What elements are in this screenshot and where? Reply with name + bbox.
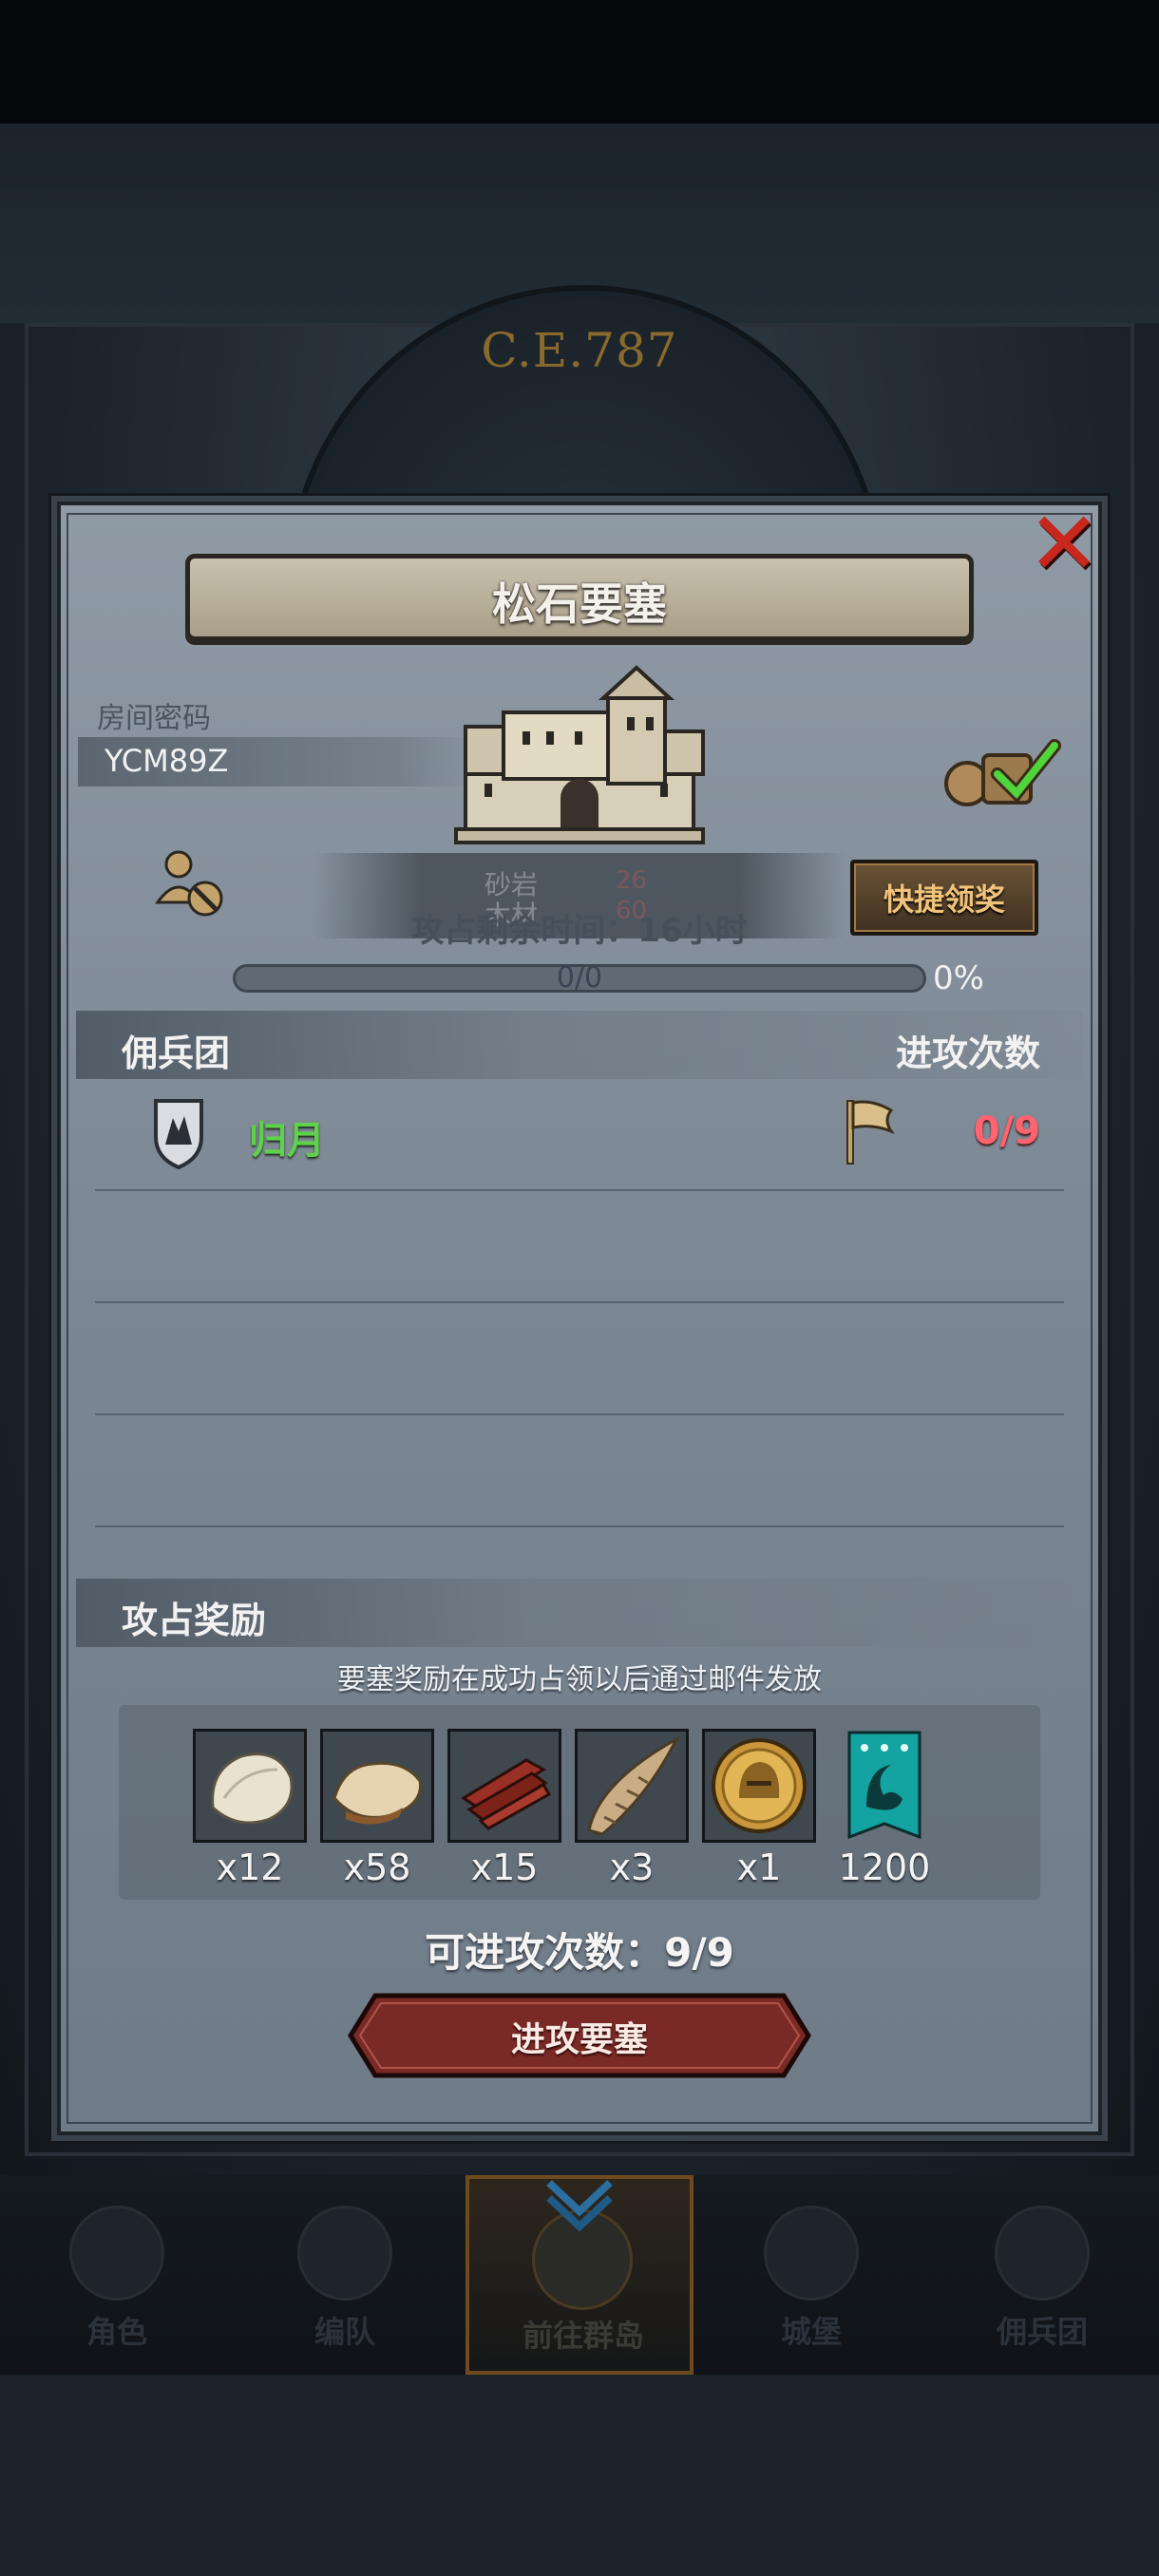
no-user-icon: [155, 850, 223, 917]
reward-item-pelt-white[interactable]: [193, 1729, 307, 1843]
guild-shield-icon: [154, 1099, 203, 1169]
wood-planks-icon: [450, 1732, 559, 1840]
capture-reward-label: 攻占奖励: [122, 1600, 267, 1641]
close-button[interactable]: ✕: [1021, 493, 1107, 595]
reward-item-wood[interactable]: [447, 1729, 561, 1843]
reward-qty: x15: [470, 1847, 539, 1888]
gold-helmet-coin-icon: [705, 1732, 813, 1840]
resource-ghost-value: 26: [616, 866, 648, 895]
attack-count-column-label: 进攻次数: [895, 1032, 1040, 1074]
reward-qty: 1200: [838, 1847, 931, 1888]
reward-qty: x3: [609, 1847, 655, 1888]
castle-icon: [764, 2206, 859, 2301]
reward-qty: x58: [343, 1847, 411, 1888]
row-divider: [95, 1189, 1064, 1191]
guild-attack-count: 0/9: [973, 1109, 1040, 1153]
row-divider: [95, 1301, 1064, 1303]
fortress-castle-icon: [454, 665, 705, 844]
reward-item-horn[interactable]: [575, 1729, 689, 1843]
nav-item-character[interactable]: 角色: [13, 2175, 220, 2375]
character-icon: [69, 2206, 164, 2301]
capture-progress-text: 0/0: [556, 961, 603, 994]
dialog-title: 松石要塞: [492, 578, 667, 630]
teal-banner-icon: [847, 1731, 922, 1840]
nav-item-mercenary[interactable]: 佣兵团: [939, 2175, 1146, 2375]
remaining-attempts: 可进攻次数：9/9: [425, 1929, 734, 1976]
mercenary-column-label: 佣兵团: [122, 1032, 231, 1074]
guild-row[interactable]: [86, 1073, 1083, 1187]
reward-item-pelt-tan[interactable]: [320, 1729, 434, 1843]
guild-name: 归月: [249, 1119, 325, 1163]
nav-item-formation[interactable]: 编队: [241, 2175, 448, 2375]
room-code-value[interactable]: YCM89Z: [104, 743, 228, 779]
top-bar-background: [0, 0, 1159, 123]
reward-qty: x12: [216, 1847, 284, 1888]
room-password-label: 房间密码: [97, 702, 211, 735]
pelt-tan-icon: [323, 1732, 431, 1840]
quick-claim-button[interactable]: 快捷领奖: [850, 860, 1038, 936]
capture-progress-percent: 0%: [933, 959, 984, 997]
claimed-loot-icon: [944, 739, 1061, 806]
chevron-down-icon: [546, 2180, 613, 2232]
nav-label: 前往群岛: [522, 2318, 644, 2354]
pelt-white-icon: [196, 1732, 304, 1840]
era-year-label: C.E.787: [481, 323, 678, 378]
formation-icon: [297, 2206, 392, 2301]
reward-item-banner[interactable]: [846, 1729, 923, 1843]
capture-timer: 攻占剩余时间：16小时: [411, 912, 748, 950]
mercenary-icon: [995, 2206, 1090, 2301]
close-x-icon: ✕: [1027, 493, 1101, 595]
horn-icon: [578, 1732, 686, 1840]
nav-label: 佣兵团: [996, 2314, 1088, 2350]
nav-item-castle[interactable]: 城堡: [708, 2175, 915, 2375]
nav-label: 城堡: [780, 2314, 842, 2350]
bottom-background: [0, 2375, 1159, 2576]
row-divider: [95, 1525, 1064, 1527]
attack-flag-icon: [846, 1100, 895, 1165]
reward-note: 要塞奖励在成功占领以后通过邮件发放: [337, 1663, 822, 1696]
nav-label: 编队: [314, 2314, 375, 2350]
nav-label: 角色: [86, 2314, 147, 2350]
attack-fortress-label: 进攻要塞: [510, 2020, 648, 2059]
reward-item-gold-coin[interactable]: [702, 1729, 816, 1843]
row-divider: [95, 1413, 1064, 1415]
reward-qty: x1: [736, 1847, 782, 1888]
